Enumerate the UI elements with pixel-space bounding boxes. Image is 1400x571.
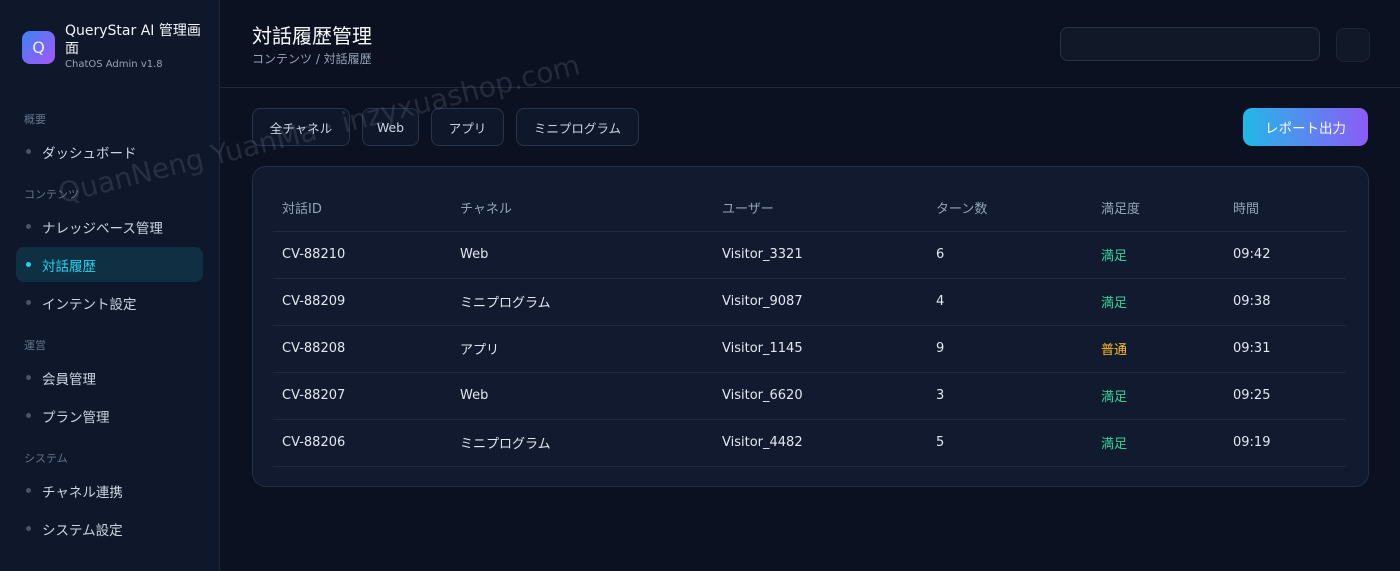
cell-time: 09:19 xyxy=(1233,435,1271,450)
cell-user: Visitor_1145 xyxy=(722,341,803,356)
header: 対話履歴管理 コンテンツ / 対話履歴 xyxy=(220,0,1400,88)
cell-turns: 9 xyxy=(936,341,945,356)
column-header-satisfaction[interactable]: 満足度 xyxy=(1101,184,1140,231)
sidebar-item-system-settings[interactable]: システム設定 xyxy=(16,511,203,546)
sidebar-item-knowledge-base[interactable]: ナレッジベース管理 xyxy=(16,209,203,244)
sidebar-item-label: 会員管理 xyxy=(42,371,96,388)
cell-time: 09:38 xyxy=(1233,294,1271,309)
cell-channel: ミニプログラム xyxy=(460,437,551,452)
table-row[interactable]: CV-88209 ミニプログラム Visitor_9087 4 満足 09:38 xyxy=(273,278,1346,326)
cell-satisfaction: 満足 xyxy=(1101,296,1128,311)
table-row[interactable]: CV-88206 ミニプログラム Visitor_4482 5 満足 09:19 xyxy=(273,419,1346,467)
sidebar-item-label: チャネル連携 xyxy=(42,484,123,501)
cell-time: 09:42 xyxy=(1233,247,1271,262)
sidebar-item-label: システム設定 xyxy=(42,522,123,539)
filter-all-channels[interactable]: 全チャネル xyxy=(252,108,350,146)
cell-channel: ミニプログラム xyxy=(460,296,551,311)
column-header-turns[interactable]: ターン数 xyxy=(936,184,987,231)
sidebar-item-label: ダッシュボード xyxy=(42,145,137,162)
nav-section-content: コンテンツ xyxy=(24,188,79,201)
sidebar-item-label: ナレッジベース管理 xyxy=(42,220,163,237)
cell-id: CV-88208 xyxy=(282,341,346,356)
cell-time: 09:31 xyxy=(1233,341,1271,356)
bullet-icon xyxy=(26,262,31,267)
table-header: 対話ID チャネル ユーザー ターン数 満足度 時間 xyxy=(273,184,1346,232)
cell-user: Visitor_9087 xyxy=(722,294,803,309)
nav-section-system: システム xyxy=(24,452,68,465)
nav-section-overview: 概要 xyxy=(24,113,46,126)
cell-satisfaction: 満足 xyxy=(1101,390,1128,405)
sidebar-item-conversation-history[interactable]: 対話履歴 xyxy=(16,247,203,282)
cell-turns: 3 xyxy=(936,388,945,403)
column-header-channel[interactable]: チャネル xyxy=(460,184,512,231)
cell-channel: アプリ xyxy=(460,343,500,358)
cell-turns: 5 xyxy=(936,435,945,450)
cell-id: CV-88207 xyxy=(282,388,346,403)
bullet-icon xyxy=(26,300,31,305)
cell-channel: Web xyxy=(460,247,489,262)
bullet-icon xyxy=(26,413,31,418)
column-header-time[interactable]: 時間 xyxy=(1233,184,1259,231)
cell-turns: 6 xyxy=(936,247,945,262)
sidebar-item-channel-integration[interactable]: チャネル連携 xyxy=(16,473,203,508)
cell-satisfaction: 満足 xyxy=(1101,249,1128,264)
sidebar-item-plans[interactable]: プラン管理 xyxy=(16,398,203,433)
bullet-icon xyxy=(26,526,31,531)
header-action-button[interactable] xyxy=(1336,28,1370,62)
table-row[interactable]: CV-88207 Web Visitor_6620 3 満足 09:25 xyxy=(273,372,1346,420)
filter-mini-program[interactable]: ミニプログラム xyxy=(516,108,639,146)
cell-id: CV-88209 xyxy=(282,294,346,309)
cell-id: CV-88206 xyxy=(282,435,346,450)
sidebar-item-label: プラン管理 xyxy=(42,409,110,426)
column-header-user[interactable]: ユーザー xyxy=(722,184,774,231)
cell-channel: Web xyxy=(460,388,489,403)
nav-section-operations: 運営 xyxy=(24,339,46,352)
filter-web[interactable]: Web xyxy=(362,108,419,146)
search-input[interactable] xyxy=(1060,27,1320,61)
bullet-icon xyxy=(26,149,31,154)
brand-subtitle: ChatOS Admin v1.8 xyxy=(65,59,163,70)
sidebar: Q QueryStar AI 管理画面 ChatOS Admin v1.8 概要… xyxy=(0,0,220,571)
cell-satisfaction: 満足 xyxy=(1101,437,1128,452)
cell-user: Visitor_6620 xyxy=(722,388,803,403)
bullet-icon xyxy=(26,224,31,229)
table-row[interactable]: CV-88208 アプリ Visitor_1145 9 普通 09:31 xyxy=(273,325,1346,373)
sidebar-item-label: インテント設定 xyxy=(42,296,137,313)
brand-logo: Q xyxy=(22,31,55,64)
cell-id: CV-88210 xyxy=(282,247,346,262)
sidebar-item-members[interactable]: 会員管理 xyxy=(16,360,203,395)
conversation-table: 対話ID チャネル ユーザー ターン数 満足度 時間 CV-88210 Web … xyxy=(252,166,1369,487)
table-row[interactable]: CV-88210 Web Visitor_3321 6 満足 09:42 xyxy=(273,231,1346,279)
filter-app[interactable]: アプリ xyxy=(431,108,504,146)
cell-turns: 4 xyxy=(936,294,945,309)
cell-user: Visitor_3321 xyxy=(722,247,803,262)
sidebar-item-label: 対話履歴 xyxy=(42,258,96,275)
cell-satisfaction: 普通 xyxy=(1101,343,1128,358)
export-report-button[interactable]: レポート出力 xyxy=(1243,108,1368,146)
cell-user: Visitor_4482 xyxy=(722,435,803,450)
bullet-icon xyxy=(26,488,31,493)
breadcrumb: コンテンツ / 対話履歴 xyxy=(252,52,372,66)
sidebar-item-intent-settings[interactable]: インテント設定 xyxy=(16,285,203,320)
cell-time: 09:25 xyxy=(1233,388,1271,403)
page-title: 対話履歴管理 xyxy=(252,24,372,48)
column-header-id[interactable]: 対話ID xyxy=(282,184,322,231)
brand-title: QueryStar AI 管理画面 xyxy=(65,23,201,57)
bullet-icon xyxy=(26,375,31,380)
sidebar-item-dashboard[interactable]: ダッシュボード xyxy=(16,134,203,169)
